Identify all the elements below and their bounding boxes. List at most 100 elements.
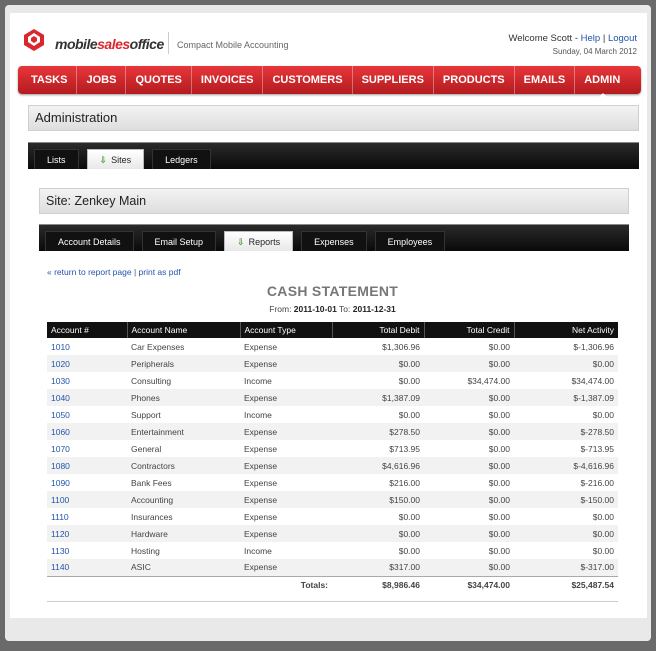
cell-account-name: Hardware (127, 525, 240, 542)
cell-account-name: Phones (127, 389, 240, 406)
welcome-area: Welcome Scott - Help | Logout (508, 33, 637, 44)
nav-suppliers[interactable]: SUPPLIERS (353, 66, 434, 94)
date-range: From: 2011-10-01 To: 2011-12-31 (47, 304, 618, 314)
cell-account-type: Expense (240, 423, 332, 440)
help-link[interactable]: Help (581, 33, 601, 44)
cell-net-activity: $-4,616.96 (514, 457, 618, 474)
nav-emails[interactable]: EMAILS (515, 66, 576, 94)
cell-total-debit: $0.00 (398, 409, 420, 420)
account-number-link[interactable]: 1110 (47, 508, 127, 525)
account-number-link[interactable]: 1030 (47, 372, 127, 389)
site-tabbar: Account Details Email Setup ⇩ Reports Exp… (39, 224, 629, 251)
cell-account-type: Expense (240, 525, 332, 542)
nav-jobs[interactable]: JOBS (77, 66, 127, 94)
cell-account-type: Expense (240, 389, 332, 406)
cell-account-name: Contractors (127, 457, 240, 474)
current-date: Sunday, 04 March 2012 (552, 47, 637, 56)
cell-account-name: ASIC (127, 559, 240, 576)
cell-total-credit: $0.00 (488, 477, 510, 488)
tab-account-details[interactable]: Account Details (45, 231, 134, 251)
cell-account-type: Income (244, 375, 272, 386)
return-link[interactable]: « return to report page (47, 267, 132, 277)
account-number-link[interactable]: 1090 (47, 474, 127, 491)
tab-reports-label: Reports (248, 237, 281, 247)
cell-net-activity: $0.00 (592, 409, 614, 420)
table-row: 1100 Accounting Expense $150.00 $0.00 $-150.0… (47, 491, 618, 508)
tab-expenses[interactable]: Expenses (301, 231, 367, 251)
logout-link[interactable]: Logout (608, 33, 637, 44)
tab-reports[interactable]: ⇩ Reports (224, 231, 294, 251)
cell-account-name: Entertainment (127, 423, 240, 440)
to-date: 2011-12-31 (352, 304, 396, 314)
cell-total-credit: $0.00 (488, 409, 510, 420)
cell-net-activity: $-278.50 (514, 423, 618, 440)
cell-total-credit: $0.00 (424, 457, 514, 474)
tab-email-setup[interactable]: Email Setup (141, 231, 217, 251)
account-number-link[interactable]: 1080 (47, 457, 127, 474)
cell-total-debit: $0.00 (398, 511, 420, 522)
nav-customers[interactable]: CUSTOMERS (263, 66, 353, 94)
cell-total-credit: $0.00 (424, 525, 514, 542)
cell-account-type: Expense (240, 355, 332, 372)
nav-products[interactable]: PRODUCTS (434, 66, 515, 94)
cell-account-name: General (131, 443, 162, 454)
col-account-number: Account # (47, 322, 128, 338)
col-account-type: Account Type (240, 322, 333, 338)
logo-icon (24, 29, 44, 51)
from-label: From: (269, 304, 294, 314)
cell-account-name: Car Expenses (131, 341, 185, 352)
tab-sites[interactable]: ⇩ Sites (86, 149, 145, 169)
cell-account-name: Accounting (127, 491, 240, 508)
tab-ledgers[interactable]: Ledgers (152, 149, 211, 169)
cell-net-activity: $-150.00 (514, 491, 618, 508)
table-row: 1090 Bank Fees Expense $216.00 $0.00 $-216.00 (47, 474, 618, 491)
table-row: 1080 Contractors Expense $4,616.96 $0.00 $-4,… (47, 457, 618, 474)
account-number-link[interactable]: 1020 (47, 355, 127, 372)
cell-net-activity: $0.00 (514, 525, 618, 542)
print-pdf-link[interactable]: print as pdf (139, 267, 181, 277)
nav-invoices[interactable]: INVOICES (192, 66, 264, 94)
table-row: 1010 Car Expenses Expense $1,306.96 $0.00 $-1… (47, 338, 618, 355)
account-number-link[interactable]: 1140 (47, 559, 127, 576)
account-number-link[interactable]: 1070 (47, 440, 127, 457)
account-number-link[interactable]: 1050 (47, 406, 127, 423)
nav-admin[interactable]: ADMIN (575, 66, 629, 97)
nav-quotes[interactable]: QUOTES (126, 66, 192, 94)
cell-total-debit: $0.00 (398, 545, 420, 556)
main-nav: TASKS JOBS QUOTES INVOICES CUSTOMERS SUP… (18, 66, 641, 97)
cell-total-debit: $713.95 (389, 443, 420, 454)
cell-net-activity: $0.00 (592, 511, 614, 522)
cell-total-credit: $34,474.00 (467, 375, 510, 386)
totals-net: $25,487.54 (514, 575, 618, 593)
table-row: 1070 General Expense $713.95 $0.00 $-713.95 (47, 440, 618, 457)
col-net-activity: Net Activity (514, 322, 618, 338)
tab-employees[interactable]: Employees (374, 231, 446, 251)
account-number-link[interactable]: 1100 (47, 491, 127, 508)
cell-total-credit: $0.00 (424, 559, 514, 576)
account-number-link[interactable]: 1060 (47, 423, 127, 440)
cell-total-credit: $0.00 (424, 491, 514, 508)
active-indicator-icon (599, 93, 608, 97)
cell-account-type: Expense (240, 491, 332, 508)
totals-empty-cell (47, 575, 127, 593)
account-number-link[interactable]: 1010 (47, 338, 127, 355)
cell-account-name: Insurances (131, 511, 173, 522)
window-frame: mobilesalesoffice Compact Mobile Account… (5, 5, 651, 641)
cell-total-credit: $0.00 (424, 355, 514, 372)
table-row: 1140 ASIC Expense $317.00 $0.00 $-317.00 (47, 559, 618, 576)
cell-net-activity: $0.00 (592, 545, 614, 556)
col-account-name: Account Name (127, 322, 241, 338)
nav-tasks[interactable]: TASKS (22, 66, 78, 94)
account-number-link[interactable]: 1130 (47, 542, 127, 559)
tab-lists[interactable]: Lists (34, 149, 79, 169)
cell-total-credit: $0.00 (488, 511, 510, 522)
cell-net-activity: $-1,387.09 (514, 389, 618, 406)
col-total-debit: Total Debit (332, 322, 425, 338)
account-number-link[interactable]: 1040 (47, 389, 127, 406)
cell-account-type: Income (244, 545, 272, 556)
cell-total-credit: $0.00 (488, 545, 510, 556)
totals-debit: $8,986.46 (332, 575, 424, 593)
admin-heading: Administration (28, 105, 639, 131)
cash-statement-table: Account # Account Name Account Type Tota… (47, 322, 618, 593)
account-number-link[interactable]: 1120 (47, 525, 127, 542)
